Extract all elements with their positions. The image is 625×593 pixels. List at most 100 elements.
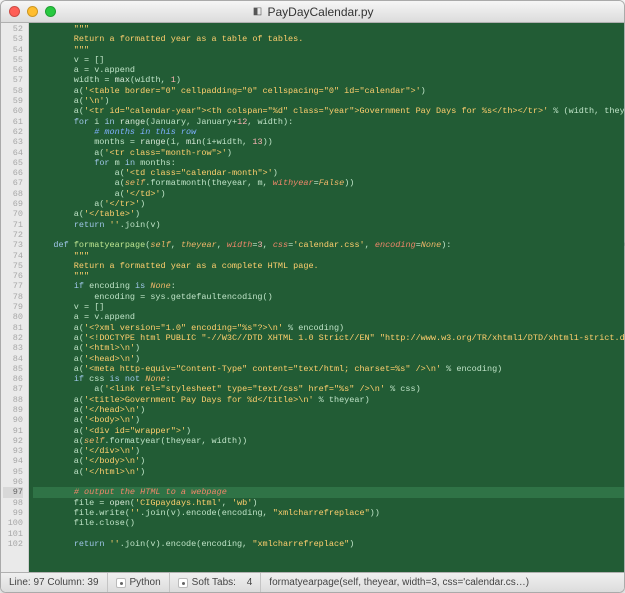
code-line[interactable]: a('<title>Government Pay Days for %d</ti… xyxy=(33,395,624,405)
code-line[interactable]: a('</div>\n') xyxy=(33,446,624,456)
line-number[interactable]: 98 xyxy=(3,498,23,508)
line-number[interactable]: 91 xyxy=(3,426,23,436)
code-line[interactable]: a('<body>\n') xyxy=(33,415,624,425)
line-number[interactable]: 84 xyxy=(3,354,23,364)
line-gutter[interactable]: 5253545556575859606162636465666768697071… xyxy=(1,23,29,572)
line-number[interactable]: 82 xyxy=(3,333,23,343)
code-line[interactable]: Return a formatted year as a table of ta… xyxy=(33,34,624,44)
code-line[interactable]: file = open('CIGpaydays.html', 'wb') xyxy=(33,498,624,508)
code-line[interactable]: # output the HTML to a webpage xyxy=(33,487,624,497)
line-number[interactable]: 96 xyxy=(3,477,23,487)
status-position[interactable]: Line: 97 Column: 39 xyxy=(1,573,108,592)
line-number[interactable]: 69 xyxy=(3,199,23,209)
code-line[interactable]: a('<!DOCTYPE html PUBLIC "-//W3C//DTD XH… xyxy=(33,333,624,343)
code-line[interactable]: """ xyxy=(33,251,624,261)
line-number[interactable]: 100 xyxy=(3,518,23,528)
line-number[interactable]: 81 xyxy=(3,323,23,333)
line-number[interactable]: 70 xyxy=(3,209,23,219)
line-number[interactable]: 83 xyxy=(3,343,23,353)
line-number[interactable]: 52 xyxy=(3,24,23,34)
code-line[interactable] xyxy=(33,230,624,240)
line-number[interactable]: 95 xyxy=(3,467,23,477)
code-line[interactable]: for m in months: xyxy=(33,158,624,168)
line-number[interactable]: 56 xyxy=(3,65,23,75)
code-line[interactable]: a('</td>') xyxy=(33,189,624,199)
line-number[interactable]: 92 xyxy=(3,436,23,446)
line-number[interactable]: 72 xyxy=(3,230,23,240)
line-number[interactable]: 71 xyxy=(3,220,23,230)
minimize-button[interactable] xyxy=(27,6,38,17)
line-number[interactable]: 63 xyxy=(3,137,23,147)
code-line[interactable]: a('</head>\n') xyxy=(33,405,624,415)
code-area[interactable]: """ Return a formatted year as a table o… xyxy=(29,23,624,572)
code-line[interactable]: a('<table border="0" cellpadding="0" cel… xyxy=(33,86,624,96)
line-number[interactable]: 65 xyxy=(3,158,23,168)
line-number[interactable]: 68 xyxy=(3,189,23,199)
close-button[interactable] xyxy=(9,6,20,17)
code-line[interactable]: if css is not None: xyxy=(33,374,624,384)
code-line[interactable]: a('</body>\n') xyxy=(33,456,624,466)
line-number[interactable]: 102 xyxy=(3,539,23,549)
line-number[interactable]: 55 xyxy=(3,55,23,65)
status-language[interactable]: Python xyxy=(108,573,170,592)
code-line[interactable]: Return a formatted year as a complete HT… xyxy=(33,261,624,271)
line-number[interactable]: 75 xyxy=(3,261,23,271)
line-number[interactable]: 73▸ xyxy=(3,240,23,250)
code-line[interactable] xyxy=(33,529,624,539)
code-line[interactable]: return ''.join(v).encode(encoding, "xmlc… xyxy=(33,539,624,549)
code-line[interactable]: a('<?xml version="1.0" encoding="%s"?>\n… xyxy=(33,323,624,333)
line-number[interactable]: 58 xyxy=(3,86,23,96)
code-line[interactable]: a('<html>\n') xyxy=(33,343,624,353)
code-line[interactable]: if encoding is None: xyxy=(33,281,624,291)
line-number[interactable]: 74 xyxy=(3,251,23,261)
code-line[interactable]: a('<head>\n') xyxy=(33,354,624,364)
line-number[interactable]: 79 xyxy=(3,302,23,312)
line-number[interactable]: 86 xyxy=(3,374,23,384)
code-line[interactable]: """ xyxy=(33,24,624,34)
line-number[interactable]: 57 xyxy=(3,75,23,85)
code-line[interactable]: a('</table>') xyxy=(33,209,624,219)
zoom-button[interactable] xyxy=(45,6,56,17)
code-line[interactable]: a('</tr>') xyxy=(33,199,624,209)
code-line[interactable]: a('<tr class="month-row">') xyxy=(33,148,624,158)
line-number[interactable]: 54 xyxy=(3,45,23,55)
code-line[interactable]: a('<td class="calendar-month">') xyxy=(33,168,624,178)
code-line[interactable]: a = v.append xyxy=(33,312,624,322)
line-number[interactable]: 97 xyxy=(3,487,23,497)
code-line[interactable]: a('</html>\n') xyxy=(33,467,624,477)
line-number[interactable]: 78 xyxy=(3,292,23,302)
code-line[interactable]: a(self.formatmonth(theyear, m, withyear=… xyxy=(33,178,624,188)
code-line[interactable]: a('<meta http-equiv="Content-Type" conte… xyxy=(33,364,624,374)
line-number[interactable]: 67 xyxy=(3,178,23,188)
line-number[interactable]: 64 xyxy=(3,148,23,158)
code-line[interactable]: a('\n') xyxy=(33,96,624,106)
line-number[interactable]: 90 xyxy=(3,415,23,425)
code-line[interactable]: for i in range(January, January+12, widt… xyxy=(33,117,624,127)
line-number[interactable]: 94 xyxy=(3,456,23,466)
line-number[interactable]: 93 xyxy=(3,446,23,456)
line-number[interactable]: 77 xyxy=(3,281,23,291)
code-line[interactable]: encoding = sys.getdefaultencoding() xyxy=(33,292,624,302)
line-number[interactable]: 88 xyxy=(3,395,23,405)
code-line[interactable]: a = v.append xyxy=(33,65,624,75)
line-number[interactable]: 62 xyxy=(3,127,23,137)
line-number[interactable]: 87 xyxy=(3,384,23,394)
code-line[interactable]: v = [] xyxy=(33,55,624,65)
code-line[interactable]: width = max(width, 1) xyxy=(33,75,624,85)
code-line[interactable]: a('<div id="wrapper">') xyxy=(33,426,624,436)
code-line[interactable]: """ xyxy=(33,271,624,281)
line-number[interactable]: 80 xyxy=(3,312,23,322)
code-line[interactable]: file.close() xyxy=(33,518,624,528)
titlebar[interactable]: ◧ PayDayCalendar.py xyxy=(1,1,624,23)
line-number[interactable]: 85 xyxy=(3,364,23,374)
line-number[interactable]: 66 xyxy=(3,168,23,178)
line-number[interactable]: 101 xyxy=(3,529,23,539)
code-line[interactable]: months = range(i, min(i+width, 13)) xyxy=(33,137,624,147)
code-line[interactable] xyxy=(33,477,624,487)
code-line[interactable]: a(self.formatyear(theyear, width)) xyxy=(33,436,624,446)
status-tabs[interactable]: Soft Tabs: 4 xyxy=(170,573,262,592)
line-number[interactable]: 59 xyxy=(3,96,23,106)
line-number[interactable]: 53 xyxy=(3,34,23,44)
status-symbol[interactable]: formatyearpage(self, theyear, width=3, c… xyxy=(261,573,624,592)
line-number[interactable]: 61 xyxy=(3,117,23,127)
